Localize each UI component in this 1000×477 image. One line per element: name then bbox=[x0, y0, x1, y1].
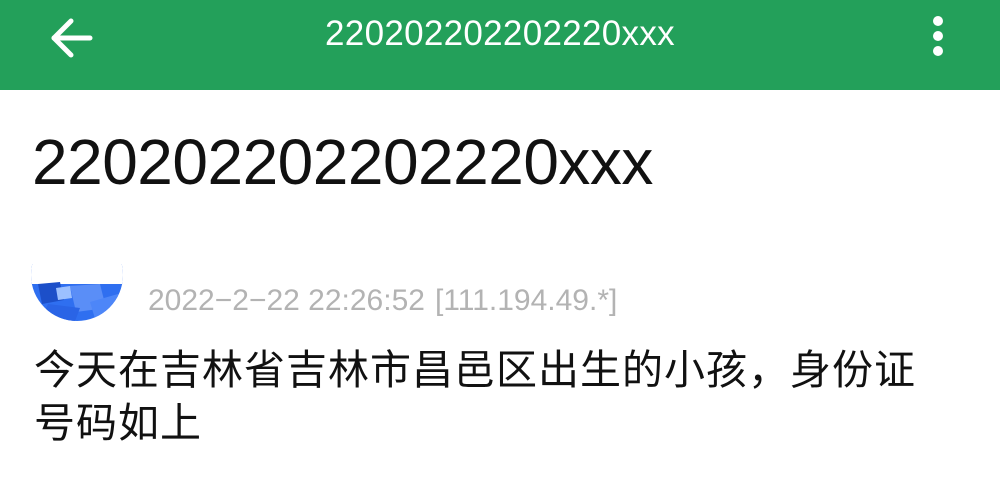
post-timestamp: 2022−2−22 22:26:52 bbox=[148, 284, 425, 317]
post-title: 220202202202220xxx bbox=[32, 126, 653, 198]
app-bar-title: 220202202202220xxx bbox=[325, 14, 675, 53]
post-meta: 2022−2−22 22:26:52 [111.194.49.*] bbox=[148, 282, 617, 320]
more-vert-icon bbox=[918, 12, 958, 60]
user-avatar[interactable] bbox=[30, 264, 124, 326]
post-body: 今天在吉林省吉林市昌邑区出生的小孩，身份证号码如上 bbox=[34, 347, 916, 446]
more-options-button[interactable] bbox=[918, 12, 958, 60]
app-bar: 220202202202220xxx bbox=[0, 0, 1000, 90]
poster-ip: [111.194.49.*] bbox=[434, 284, 618, 317]
app-screen: 220202202202220xxx 220202202202220xxx 20… bbox=[0, 0, 1000, 477]
